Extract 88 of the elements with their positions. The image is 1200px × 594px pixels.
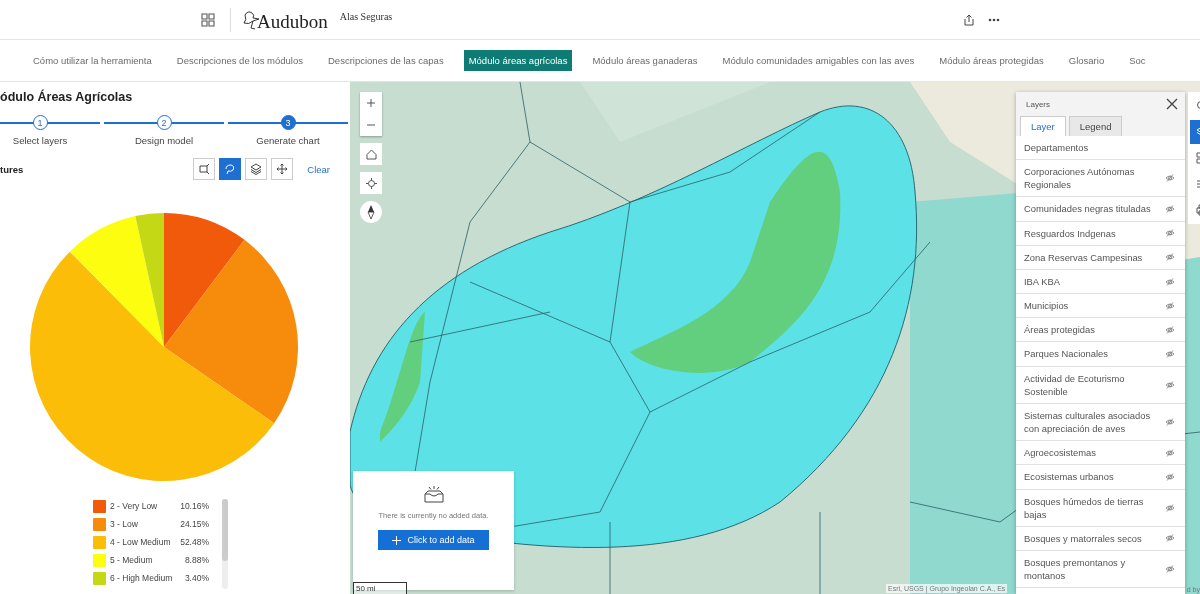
select-icon [198, 163, 211, 175]
eye-off-icon[interactable] [1165, 447, 1175, 458]
tool-button[interactable] [219, 158, 242, 180]
zoom-out-button[interactable] [360, 114, 382, 136]
legend-label: 5 - Medium [110, 555, 153, 565]
layer-name[interactable]: Bosques premontanos y montanos [1024, 555, 1159, 583]
layer-name[interactable]: Zona Reservas Campesinas [1024, 250, 1159, 264]
add-data-button[interactable]: Click to add data [378, 530, 489, 550]
legend-value: 10.16% [180, 501, 209, 511]
more-icon[interactable] [988, 17, 1000, 22]
layer-name[interactable]: Bosques y matorrales secos [1024, 531, 1159, 545]
legend-value: 8.88% [184, 555, 209, 565]
minus-icon [367, 121, 375, 129]
close-icon [1165, 97, 1179, 111]
layer-name[interactable]: Corporaciones Autónomas Regionales [1024, 165, 1159, 192]
legend-label: 4 - Low Medium [110, 537, 171, 547]
eye-off-icon[interactable] [1165, 502, 1175, 513]
nav-tab[interactable]: Soc [1124, 50, 1151, 71]
app-title: Alas Seguras [339, 11, 393, 22]
layer-name[interactable]: Departamentos [1024, 141, 1175, 155]
eye-off-icon[interactable] [1165, 471, 1175, 482]
step-number[interactable]: 1 [32, 115, 48, 130]
step-number[interactable]: 2 [156, 115, 172, 130]
locate-button[interactable] [360, 172, 382, 194]
nav-tab[interactable]: Módulo áreas agrícolas [463, 50, 573, 71]
clear-link[interactable]: Clear [307, 163, 330, 175]
eye-off-icon[interactable] [1165, 564, 1175, 575]
layer-name[interactable]: Parques Nacionales [1024, 347, 1159, 361]
logo-text: Audubon [257, 11, 328, 31]
close-button[interactable] [1165, 97, 1179, 111]
legend-value: 52.48% [180, 537, 209, 547]
panel-title: Layers [1026, 99, 1050, 109]
eye-off-icon[interactable] [1165, 533, 1175, 544]
eye-off-icon[interactable] [1165, 349, 1175, 359]
step-label[interactable]: Generate chart [256, 135, 320, 146]
step-label[interactable]: Design model [134, 135, 194, 146]
step-number[interactable]: 3 [280, 115, 296, 130]
legend-label: 6 - High Medium [110, 573, 173, 583]
eye-off-icon[interactable] [1165, 228, 1175, 239]
plus-icon [392, 535, 402, 545]
layer-name[interactable]: Comunidades negras tituladas [1024, 202, 1159, 216]
layer-name[interactable]: IBA KBA [1024, 274, 1159, 289]
legend-label: 2 - Very Low [110, 501, 158, 511]
eye-off-icon[interactable] [1165, 173, 1175, 184]
nav-tab[interactable]: Módulo áreas protegidas [934, 50, 1049, 71]
move-icon [276, 163, 289, 175]
legend-label: 3 - Low [110, 519, 138, 529]
layer-name[interactable]: Actividad de Ecoturismo Sostenible [1024, 371, 1159, 398]
step-label[interactable]: Select layers [12, 135, 68, 146]
layer-name[interactable]: Municipios [1024, 299, 1159, 313]
nav-tab[interactable]: Descripciones de los módulos [171, 50, 308, 71]
panel-tab[interactable]: Layer [1020, 116, 1066, 136]
crosshair-icon [365, 177, 377, 189]
layer-name[interactable]: Sistemas culturales asociados con apreciación de aves [1024, 408, 1159, 436]
layer-name[interactable]: Agroecosistemas [1024, 446, 1159, 460]
section-label: tures [0, 163, 24, 175]
home-icon [365, 148, 377, 160]
nav-tab[interactable]: Cómo utilizar la herramienta [28, 50, 157, 71]
layer-name[interactable]: Bosques húmedos de tierras bajas [1024, 494, 1159, 521]
lasso-icon [224, 163, 237, 175]
eye-off-icon[interactable] [1165, 379, 1175, 390]
layer-name[interactable]: Ecosistemas urbanos [1024, 470, 1159, 484]
eye-off-icon[interactable] [1165, 252, 1175, 263]
nav-tab[interactable]: Módulo áreas ganaderas [587, 50, 703, 71]
app-launcher-icon[interactable] [200, 11, 216, 28]
legend-value: 3.40% [184, 573, 209, 583]
panel-title: ódulo Áreas Agrícolas [0, 90, 134, 104]
plus-icon [367, 99, 375, 107]
zoom-in-button[interactable] [360, 92, 382, 114]
home-button[interactable] [360, 143, 382, 165]
layers-icon [250, 163, 263, 175]
nav-tab[interactable]: Glosario [1063, 50, 1110, 71]
eye-off-icon[interactable] [1165, 324, 1175, 335]
compass-icon [367, 205, 375, 219]
legend-value: 24.15% [180, 519, 209, 529]
scale-bar: 50 mi [353, 582, 407, 594]
panel-tab[interactable]: Legend [1068, 116, 1123, 136]
nav-tab[interactable]: Descripciones de las capas [323, 50, 449, 71]
scrollbar[interactable] [222, 499, 228, 589]
inbox-icon [422, 485, 445, 503]
share-icon[interactable] [964, 13, 974, 26]
nav-tab[interactable]: Módulo comunidades amigables con las aves [717, 50, 920, 71]
eye-off-icon[interactable] [1165, 300, 1175, 311]
layer-name[interactable]: Áreas protegidas [1024, 323, 1159, 337]
eye-off-icon[interactable] [1165, 276, 1175, 287]
layer-name[interactable]: Resguardos Indgenas [1024, 226, 1159, 240]
eye-off-icon[interactable] [1165, 204, 1175, 215]
eye-off-icon[interactable] [1165, 417, 1175, 428]
